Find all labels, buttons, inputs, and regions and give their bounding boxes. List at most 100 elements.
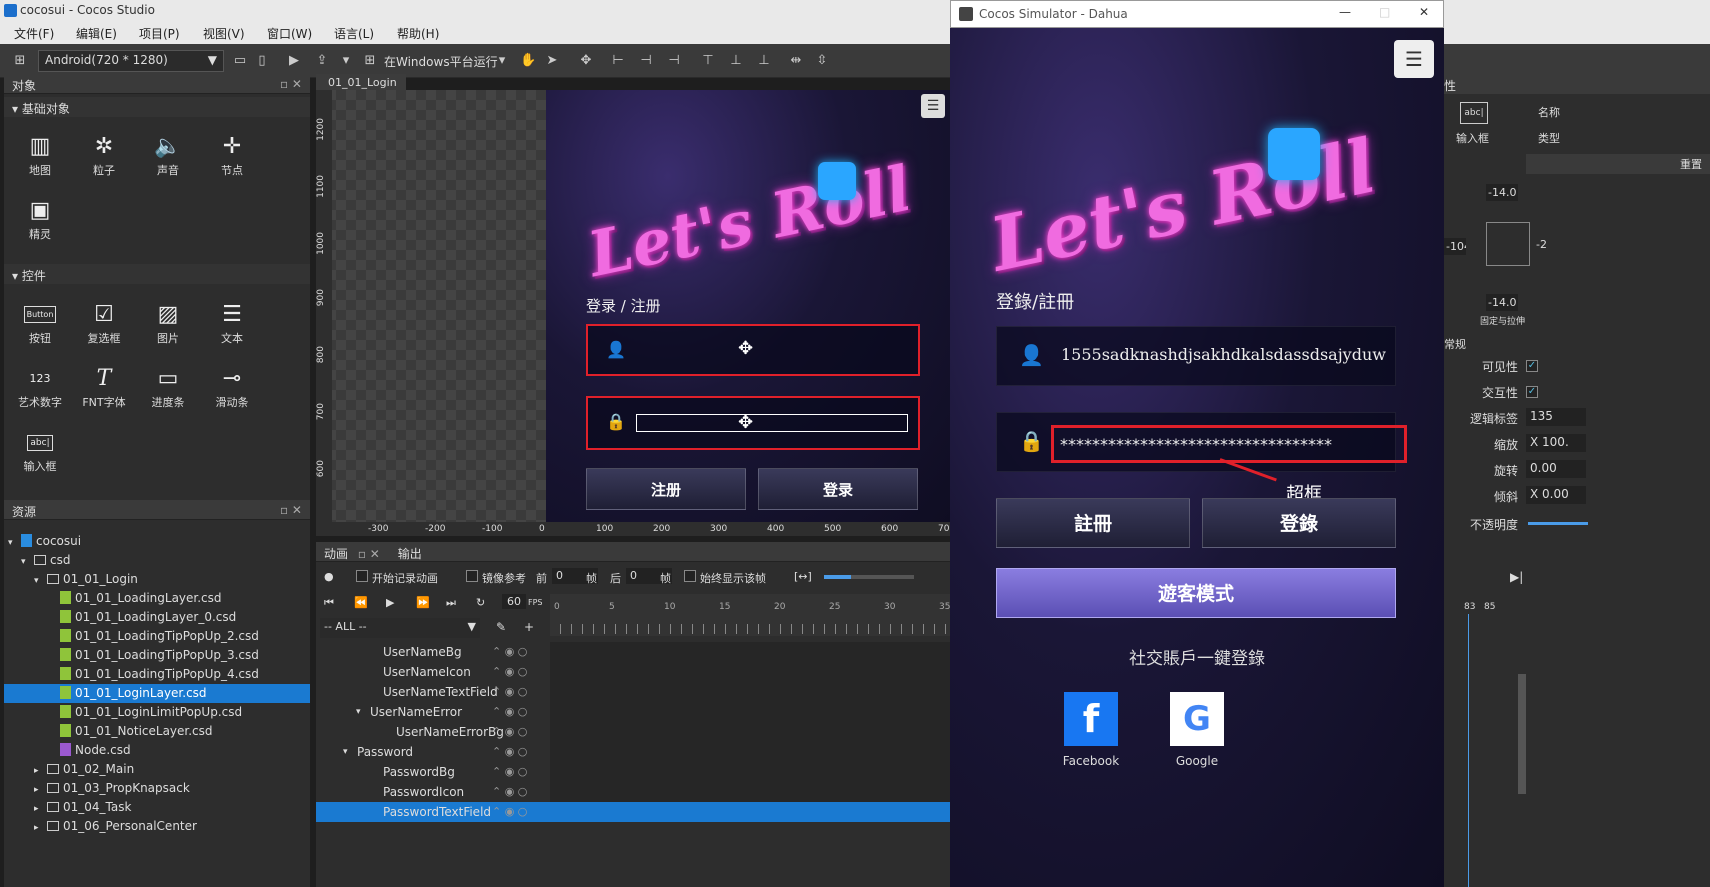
- resource-tree-item[interactable]: 01_01_LoadingTipPopUp_3.csd: [4, 646, 310, 665]
- panel-close-icon[interactable]: ▫ ✕: [280, 503, 302, 517]
- snap-icon[interactable]: ✥: [578, 53, 594, 69]
- register-button[interactable]: 注册: [586, 468, 746, 510]
- menu-view[interactable]: 视图(V): [203, 25, 245, 42]
- panel-close-icon[interactable]: ▫ ✕: [280, 77, 302, 91]
- align-bottom-icon[interactable]: ⊥: [756, 53, 772, 69]
- move-handle-icon[interactable]: ✥: [738, 412, 753, 433]
- resource-tree-item[interactable]: 01_01_LoadingLayer_0.csd: [4, 608, 310, 627]
- timeline-row[interactable]: PasswordTextField ⌃ ◉ ○: [316, 802, 952, 822]
- sim-register-button[interactable]: 註冊: [996, 498, 1190, 548]
- zoom-slider[interactable]: [824, 575, 914, 579]
- portrait-icon[interactable]: ▯: [254, 53, 270, 69]
- interactive-checkbox[interactable]: ✓: [1526, 386, 1538, 398]
- close-icon[interactable]: ✕: [1419, 5, 1429, 19]
- timeline-frame-track[interactable]: [550, 662, 952, 682]
- next-frame-icon[interactable]: ⏩: [416, 596, 430, 609]
- panel-close-icon[interactable]: ▫ ✕: [358, 547, 380, 561]
- expand-arrow-icon[interactable]: ▾: [21, 553, 34, 572]
- platform-dropdown-icon[interactable]: ▾: [494, 53, 510, 69]
- node-filter-select[interactable]: -- ALL -- ▼: [320, 618, 480, 638]
- sim-username-value[interactable]: 1555sadknashdjsakhdkalsdassdsajyduw: [1061, 345, 1397, 364]
- resource-tree-item[interactable]: ▸ 01_06_PersonalCenter: [4, 817, 310, 836]
- control-fnt[interactable]: T FNT字体: [72, 364, 136, 410]
- control-slider[interactable]: ⊸ 滑动条: [200, 364, 264, 410]
- timeline-row[interactable]: ▾ UserNameError ⌃ ◉ ○: [316, 702, 952, 722]
- control-text[interactable]: ☰ 文本: [200, 300, 264, 346]
- resource-tree-item[interactable]: 01_01_LoginLayer.csd: [4, 684, 310, 703]
- sim-guest-button[interactable]: 遊客模式: [996, 568, 1396, 618]
- expand-arrow-icon[interactable]: ▾: [356, 702, 361, 722]
- margin-bottom-value[interactable]: -14.0: [1486, 294, 1519, 311]
- resource-tree-item[interactable]: ▸ 01_02_Main: [4, 760, 310, 779]
- align-center-icon[interactable]: ⊣: [638, 53, 654, 69]
- design-canvas[interactable]: 1200 1100 1000 900 800 700 600 -300 -200 -100 0 10…: [316, 90, 952, 536]
- add-icon[interactable]: +: [524, 620, 534, 634]
- edit-icon[interactable]: ✎: [496, 620, 506, 634]
- control-checkbox[interactable]: ☑ 复选框: [72, 300, 136, 346]
- new-scene-icon[interactable]: ⊞: [12, 53, 28, 69]
- timeline-frame-track[interactable]: [550, 802, 952, 822]
- menu-window[interactable]: 窗口(W): [267, 25, 312, 42]
- timeline-row[interactable]: UserNameErrorBg ⌃ ◉ ○: [316, 722, 952, 742]
- timeline-row[interactable]: PasswordIcon ⌃ ◉ ○: [316, 782, 952, 802]
- margin-top-value[interactable]: -14.0: [1486, 184, 1519, 201]
- first-frame-icon[interactable]: ⏮: [324, 596, 334, 610]
- expand-arrow-icon[interactable]: ▸: [34, 819, 47, 838]
- timeline-frame-track[interactable]: [550, 782, 952, 802]
- resource-tree-item[interactable]: ▸ 01_03_PropKnapsack: [4, 779, 310, 798]
- visibility-lock-icon[interactable]: ⌃ ◉ ○: [492, 802, 527, 822]
- scale-x-input[interactable]: X 100.: [1526, 434, 1586, 452]
- publish-dropdown-icon[interactable]: ▾: [338, 53, 354, 69]
- simulator-screen[interactable]: ☰ Let's Roll 登錄/註冊 👤 1555sadknashdjsakhd…: [950, 28, 1444, 887]
- distribute-v-icon[interactable]: ⇳: [814, 53, 830, 69]
- timeline-frame-track[interactable]: [550, 642, 952, 662]
- hand-tool-icon[interactable]: ✋: [520, 53, 536, 69]
- controls-header[interactable]: ▾ 控件: [4, 264, 310, 284]
- visibility-lock-icon[interactable]: ⌃ ◉ ○: [492, 722, 527, 742]
- select-tool-icon[interactable]: ➤: [544, 53, 560, 69]
- anchor-box[interactable]: [1486, 222, 1530, 266]
- run-platform-label[interactable]: 在Windows平台运行: [384, 53, 498, 70]
- resolution-select[interactable]: Android(720 * 1280) ▼: [38, 50, 224, 72]
- visible-checkbox[interactable]: ✓: [1526, 360, 1538, 372]
- sim-password-value[interactable]: **********************************: [1051, 425, 1407, 463]
- play-icon[interactable]: ▶: [386, 596, 394, 609]
- align-right-icon[interactable]: ⊣: [666, 53, 682, 69]
- fps-input[interactable]: 60: [502, 594, 526, 609]
- timeline-row[interactable]: ▾ Password ⌃ ◉ ○: [316, 742, 952, 762]
- margin-left-value[interactable]: -104.0: [1444, 238, 1466, 255]
- timeline-frame-track[interactable]: [550, 762, 952, 782]
- prev-frame-icon[interactable]: ⏪: [354, 596, 368, 609]
- object-audio[interactable]: 🔈 声音: [136, 132, 200, 178]
- resource-tree-item[interactable]: Node.csd: [4, 741, 310, 760]
- menu-file[interactable]: 文件(F): [14, 25, 54, 42]
- visibility-lock-icon[interactable]: ⌃ ◉ ○: [492, 682, 527, 702]
- resource-tree-item[interactable]: ▸ 01_04_Task: [4, 798, 310, 817]
- sim-login-button[interactable]: 登錄: [1202, 498, 1396, 548]
- timeline-frame-track[interactable]: [550, 722, 952, 742]
- expand-arrow-icon[interactable]: ▾: [343, 742, 348, 762]
- resource-tree-item[interactable]: 01_01_LoadingTipPopUp_4.csd: [4, 665, 310, 684]
- control-progress[interactable]: ▭ 进度条: [136, 364, 200, 410]
- visibility-lock-icon[interactable]: ⌃ ◉ ○: [492, 782, 527, 802]
- general-section[interactable]: 常规: [1444, 336, 1466, 352]
- fit-icon[interactable]: [↔]: [794, 570, 812, 583]
- username-field[interactable]: 👤 ✥: [586, 324, 920, 376]
- resource-tree-item[interactable]: 01_01_LoadingTipPopUp_2.csd: [4, 627, 310, 646]
- minimize-icon[interactable]: —: [1339, 5, 1351, 19]
- control-image[interactable]: ▨ 图片: [136, 300, 200, 346]
- play-icon[interactable]: ▶|: [1510, 570, 1523, 584]
- visibility-lock-icon[interactable]: ⌃ ◉ ○: [492, 742, 527, 762]
- expand-arrow-icon[interactable]: ▾: [34, 572, 47, 591]
- resource-tree-item[interactable]: 01_01_NoticeLayer.csd: [4, 722, 310, 741]
- tab-output[interactable]: 输出: [398, 547, 422, 561]
- distribute-h-icon[interactable]: ⇹: [788, 53, 804, 69]
- sim-username-field[interactable]: 👤 1555sadknashdjsakhdkalsdassdsajyduw: [996, 326, 1396, 386]
- object-sprite[interactable]: ▣ 精灵: [8, 196, 72, 242]
- margin-right-value[interactable]: -2: [1536, 238, 1556, 251]
- object-particle[interactable]: ✲ 粒子: [72, 132, 136, 178]
- tag-input[interactable]: 135: [1526, 408, 1586, 426]
- object-node[interactable]: ✛ 节点: [200, 132, 264, 178]
- menu-bag-icon[interactable]: ☰: [921, 94, 945, 118]
- landscape-icon[interactable]: ▭: [232, 53, 248, 69]
